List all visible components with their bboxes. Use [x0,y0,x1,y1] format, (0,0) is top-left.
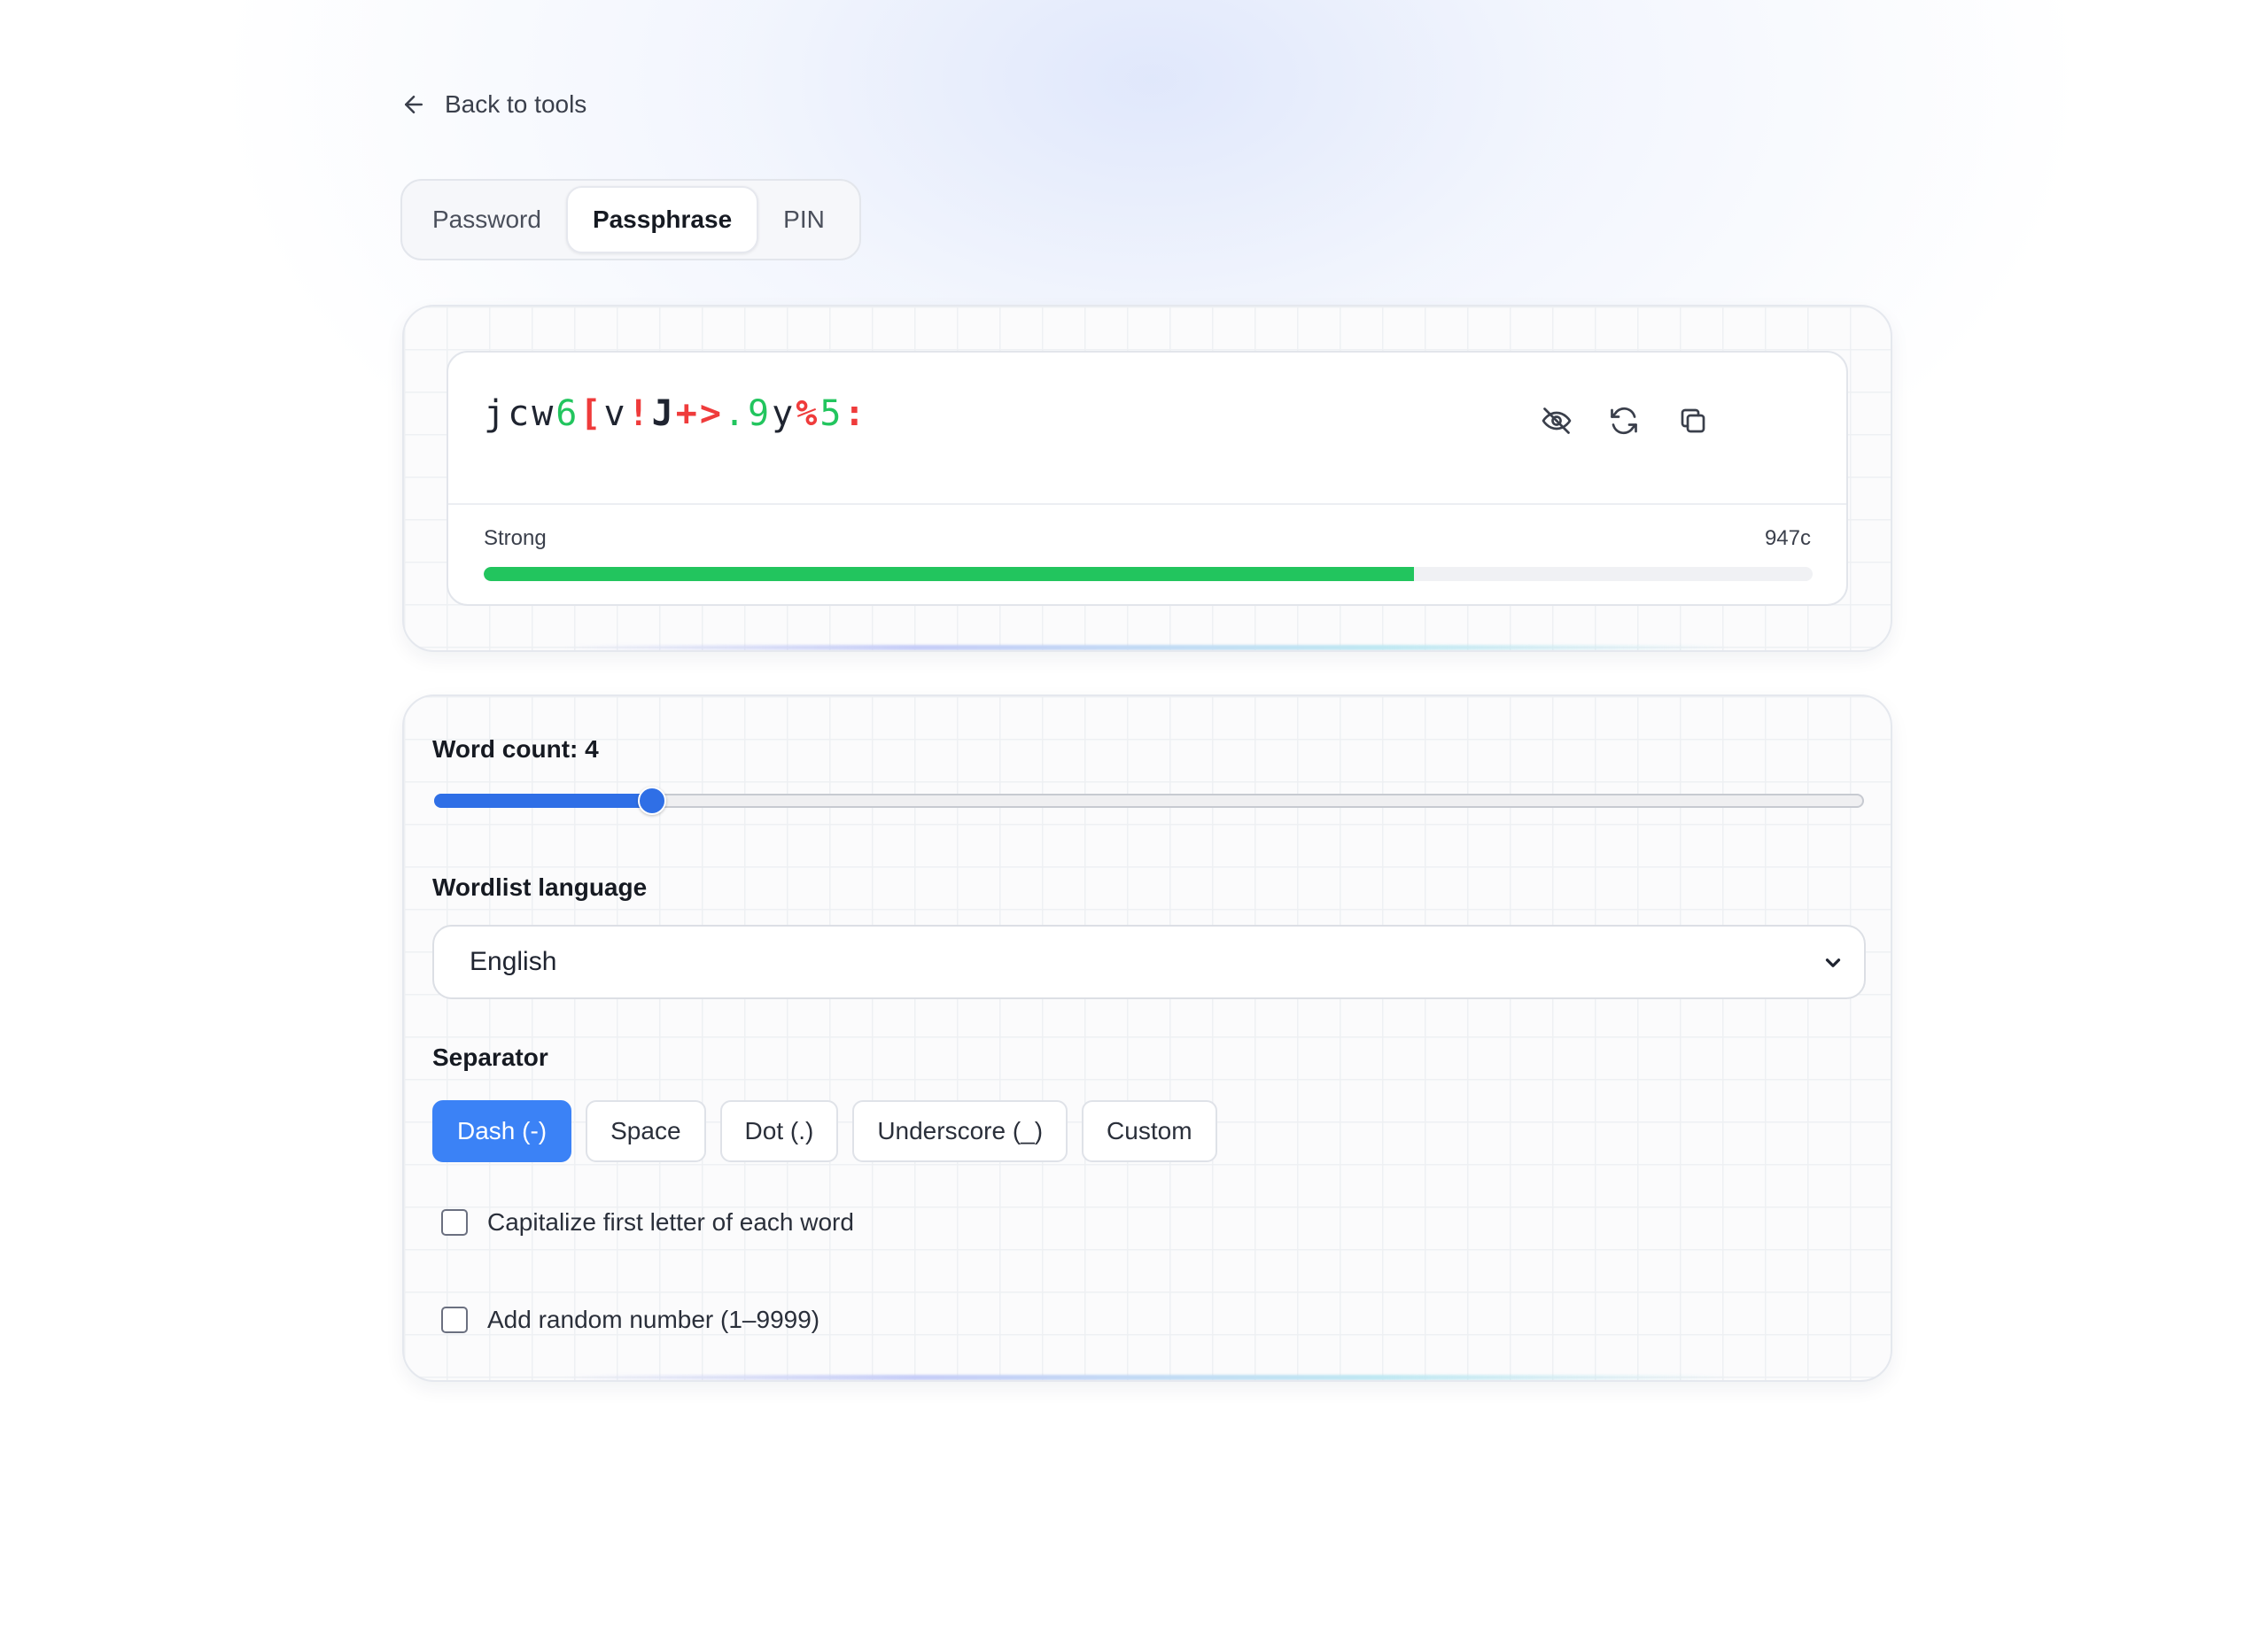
password-char: v [603,393,628,434]
password-char: J [651,393,676,434]
separator-label: Separator [432,1043,548,1071]
capitalize-checkbox[interactable] [441,1209,468,1236]
password-char: 9 [748,393,773,434]
output-box: jcw6[v!J+>.9y%5: Strong 947c [447,351,1848,606]
chevron-down-icon [1825,958,1841,967]
password-char: ! [627,393,652,434]
random-number-option[interactable]: Add random number (1–9999) [441,1306,819,1334]
capitalize-label: Capitalize first letter of each word [487,1208,854,1236]
separator-custom-button[interactable]: Custom [1082,1100,1217,1162]
separator-underscore-button[interactable]: Underscore (_) [852,1100,1068,1162]
page: Back to tools Password Passphrase PIN jc… [0,0,2268,1637]
word-count-label: Word count: 4 [432,735,599,763]
password-char: [ [579,393,604,434]
card-glow-line [563,645,1731,650]
refresh-icon [1611,407,1637,435]
password-char: j [484,393,509,434]
toggle-visibility-button[interactable] [1534,399,1579,443]
password-char: 6 [555,393,580,434]
password-char: c [508,393,532,434]
back-link-label: Back to tools [445,90,587,118]
strength-value: 947c [1764,526,1811,550]
separator-options: Dash (-) Space Dot (.) Underscore (_) Cu… [432,1100,1217,1162]
separator-dot-button[interactable]: Dot (.) [719,1100,839,1162]
password-char: > [699,393,724,434]
capitalize-option[interactable]: Capitalize first letter of each word [441,1208,854,1237]
strength-bar [484,567,1813,581]
password-char: : [843,393,868,434]
password-char: . [723,393,749,434]
separator-space-button[interactable]: Space [586,1100,706,1162]
settings-card: Word count: 4 Wordlist language English … [402,694,1892,1382]
eye-off-icon [1542,407,1572,434]
slider-fill [434,794,654,808]
slider-thumb[interactable] [638,787,666,815]
random-number-label: Add random number (1–9999) [487,1306,820,1333]
card-glow-line [563,1375,1731,1380]
generator-tabs: Password Passphrase PIN [400,179,861,260]
output-divider [448,503,1846,505]
wordlist-language-select[interactable]: English [432,925,1866,999]
tab-password[interactable]: Password [408,186,566,253]
wordlist-language-label: Wordlist language [432,873,648,901]
separator-dash-button[interactable]: Dash (-) [432,1100,572,1162]
strength-label: Strong [484,526,547,550]
password-char: + [675,393,700,434]
wordlist-selected-value: English [470,947,557,976]
back-to-tools-link[interactable]: Back to tools [400,87,586,122]
tab-pin[interactable]: PIN [758,186,850,253]
copy-icon [1681,408,1705,433]
password-char: w [532,393,556,434]
random-number-checkbox[interactable] [441,1307,468,1333]
tab-passphrase[interactable]: Passphrase [565,186,759,253]
output-card: jcw6[v!J+>.9y%5: Strong 947c [402,305,1892,652]
generated-password[interactable]: jcw6[v!J+>.9y%5: [484,393,868,434]
strength-bar-fill [484,567,1414,581]
password-char: % [796,393,820,434]
copy-button[interactable] [1671,399,1715,443]
regenerate-button[interactable] [1602,399,1646,443]
arrow-left-icon [405,96,423,113]
password-char: y [772,393,796,434]
word-count-slider[interactable] [434,787,1864,815]
password-char: 5 [819,393,844,434]
